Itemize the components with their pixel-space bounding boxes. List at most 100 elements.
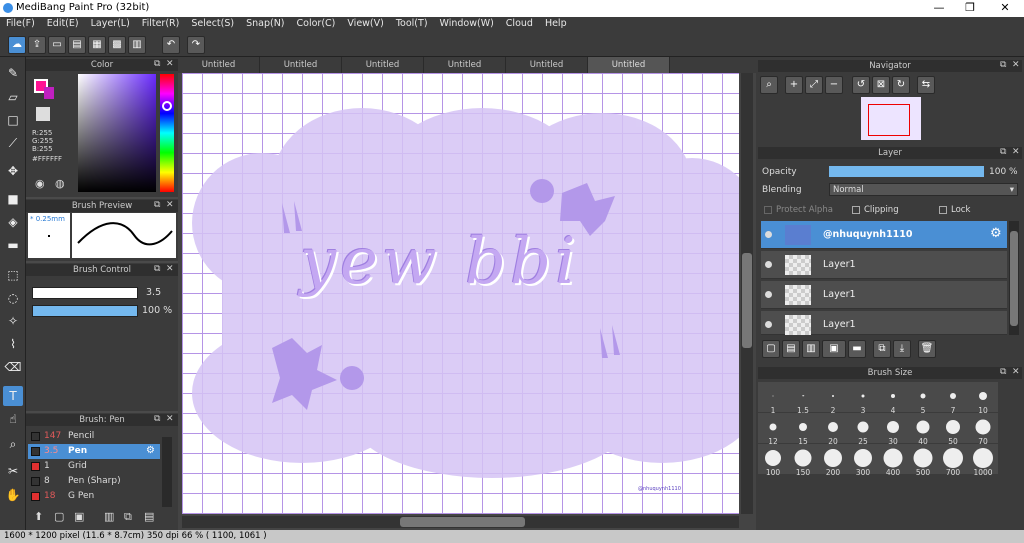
new-brush-icon[interactable]: ▢ bbox=[54, 510, 64, 523]
select-tool-icon[interactable]: ⬚ bbox=[3, 265, 23, 285]
share-icon[interactable]: ⇪ bbox=[28, 36, 46, 54]
move-tool-icon[interactable]: ✥ bbox=[3, 161, 23, 181]
tab-untitled-1[interactable]: Untitled bbox=[178, 57, 260, 73]
hue-slider[interactable] bbox=[160, 74, 174, 192]
bucket-tool-icon[interactable]: ◈ bbox=[3, 212, 23, 232]
select-pen-tool-icon[interactable]: ⌇ bbox=[3, 334, 23, 354]
menu-window[interactable]: Window(W) bbox=[434, 17, 500, 33]
brush-item-grid[interactable]: 1 Grid bbox=[28, 459, 160, 474]
brush-duplicate-icon[interactable]: ⧉ bbox=[124, 510, 132, 524]
tab-untitled-2[interactable]: Untitled bbox=[260, 57, 342, 73]
blending-select[interactable]: Normal ▾ bbox=[829, 183, 1018, 196]
magic-wand-tool-icon[interactable]: ✧ bbox=[3, 311, 23, 331]
hue-handle[interactable] bbox=[162, 101, 172, 111]
menu-select[interactable]: Select(S) bbox=[185, 17, 240, 33]
brush-size-preset[interactable]: 400 bbox=[878, 444, 908, 477]
close-panel-icon[interactable]: ✕ bbox=[166, 414, 174, 424]
minimize-button[interactable]: — bbox=[924, 1, 954, 14]
operation-tool-icon[interactable]: ☝ bbox=[3, 409, 23, 429]
brush-size-preset[interactable]: 3 bbox=[848, 382, 878, 415]
zoom-in-icon[interactable]: + bbox=[785, 76, 803, 94]
close-panel-icon[interactable]: ✕ bbox=[1012, 367, 1020, 377]
page-icon[interactable]: ▦ bbox=[88, 36, 106, 54]
rotate-right-icon[interactable]: ↻ bbox=[892, 76, 910, 94]
brush-item-pen[interactable]: 3.5 Pen ⚙ bbox=[28, 444, 160, 459]
flip-icon[interactable]: ⇆ bbox=[917, 76, 935, 94]
brush-item-pen-sharp[interactable]: 8 Pen (Sharp) bbox=[28, 474, 160, 489]
close-panel-icon[interactable]: ✕ bbox=[166, 264, 174, 274]
merge-layer-icon[interactable]: ⤓ bbox=[893, 340, 911, 358]
menu-layer[interactable]: Layer(L) bbox=[85, 17, 136, 33]
tab-untitled-4[interactable]: Untitled bbox=[424, 57, 506, 73]
delete-layer-icon[interactable]: 🗑 bbox=[918, 340, 936, 358]
select-eraser-tool-icon[interactable]: ⌫ bbox=[3, 357, 23, 377]
layer-scroll-thumb[interactable] bbox=[1010, 231, 1018, 326]
tab-untitled-3[interactable]: Untitled bbox=[342, 57, 424, 73]
menu-cloud[interactable]: Cloud bbox=[500, 17, 539, 33]
dot-tool-icon[interactable]: ⟋ bbox=[3, 133, 23, 153]
maximize-button[interactable]: ❐ bbox=[955, 1, 985, 14]
brush-size-preset[interactable]: 100 bbox=[758, 444, 788, 477]
clipping-checkbox[interactable] bbox=[852, 206, 860, 214]
brush-delete-icon[interactable]: ▤ bbox=[144, 510, 154, 523]
shape-tool-icon[interactable]: □ bbox=[3, 110, 23, 130]
horizontal-scrollbar[interactable] bbox=[182, 516, 739, 528]
grid-icon[interactable]: ▥ bbox=[128, 36, 146, 54]
undock-icon[interactable]: ⧉ bbox=[154, 59, 160, 69]
brush-item-pencil[interactable]: 147 Pencil bbox=[28, 429, 160, 444]
layer-row-layer1[interactable]: Layer1 bbox=[761, 281, 1007, 309]
layer-row-layer1[interactable]: Layer1 bbox=[761, 311, 1007, 335]
brush-size-preset[interactable]: 15 bbox=[788, 413, 818, 446]
vertical-scrollbar[interactable] bbox=[741, 73, 753, 514]
zoom-out-icon[interactable]: − bbox=[825, 76, 843, 94]
brush-item-g-pen[interactable]: 18 G Pen bbox=[28, 489, 160, 504]
close-panel-icon[interactable]: ✕ bbox=[1012, 60, 1020, 70]
undock-icon[interactable]: ⧉ bbox=[1000, 367, 1006, 377]
brush-size-preset[interactable]: 1.5 bbox=[788, 382, 818, 415]
menu-snap[interactable]: Snap(N) bbox=[240, 17, 290, 33]
menu-file[interactable]: File(F) bbox=[0, 17, 41, 33]
close-button[interactable]: ✕ bbox=[990, 1, 1020, 14]
brush-tool-icon[interactable]: ✎ bbox=[3, 63, 23, 83]
close-panel-icon[interactable]: ✕ bbox=[1012, 147, 1020, 157]
brush-size-preset[interactable]: 5 bbox=[908, 382, 938, 415]
protect-alpha-checkbox[interactable] bbox=[764, 206, 772, 214]
new-8bit-layer-icon[interactable]: ▥ bbox=[802, 340, 820, 358]
layer-row-layer1[interactable]: Layer1 bbox=[761, 251, 1007, 279]
folder-icon[interactable]: ▬ bbox=[848, 340, 866, 358]
redo-icon[interactable]: ↷ bbox=[187, 36, 205, 54]
brush-size-preset[interactable]: 40 bbox=[908, 413, 938, 446]
brush-opacity-slider[interactable] bbox=[32, 305, 138, 317]
zoom-icon[interactable]: ⌕ bbox=[760, 76, 778, 94]
brush-list-scrollbar[interactable] bbox=[162, 437, 172, 507]
transparent-swatch[interactable] bbox=[36, 107, 50, 121]
brush-size-preset[interactable]: 150 bbox=[788, 444, 818, 477]
new-halftone-layer-icon[interactable]: ▤ bbox=[782, 340, 800, 358]
brush-size-preset[interactable]: 300 bbox=[848, 444, 878, 477]
brush-size-preset[interactable]: 70 bbox=[968, 413, 998, 446]
text-tool-icon[interactable]: T bbox=[3, 386, 23, 406]
menu-help[interactable]: Help bbox=[539, 17, 573, 33]
undock-icon[interactable]: ⧉ bbox=[154, 200, 160, 210]
message-icon[interactable]: ▤ bbox=[68, 36, 86, 54]
close-panel-icon[interactable]: ✕ bbox=[166, 200, 174, 210]
eye-icon[interactable] bbox=[765, 291, 772, 298]
pages-icon[interactable]: ▩ bbox=[108, 36, 126, 54]
horizontal-scroll-thumb[interactable] bbox=[400, 517, 525, 527]
brush-size-preset[interactable]: 10 bbox=[968, 382, 998, 415]
brush-size-preset[interactable]: 7 bbox=[938, 382, 968, 415]
cloud-icon[interactable]: ☁ bbox=[8, 36, 26, 54]
layer-settings-icon[interactable]: ⚙ bbox=[990, 226, 1002, 241]
menu-color[interactable]: Color(C) bbox=[291, 17, 342, 33]
eraser-tool-icon[interactable]: ▱ bbox=[3, 87, 23, 107]
brush-size-preset[interactable]: 4 bbox=[878, 382, 908, 415]
brush-size-preset[interactable]: 30 bbox=[878, 413, 908, 446]
lock-checkbox[interactable] bbox=[939, 206, 947, 214]
undock-icon[interactable]: ⧉ bbox=[1000, 60, 1006, 70]
brush-settings-icon[interactable]: ⚙ bbox=[146, 445, 155, 456]
brush-menu-icon[interactable]: ▣ bbox=[74, 510, 84, 523]
rotate-left-icon[interactable]: ↺ bbox=[852, 76, 870, 94]
drawing-canvas[interactable]: yew bbi @nhuquynh1110 bbox=[182, 73, 739, 514]
gradient-tool-icon[interactable]: ▬ bbox=[3, 235, 23, 255]
menu-tool[interactable]: Tool(T) bbox=[390, 17, 434, 33]
